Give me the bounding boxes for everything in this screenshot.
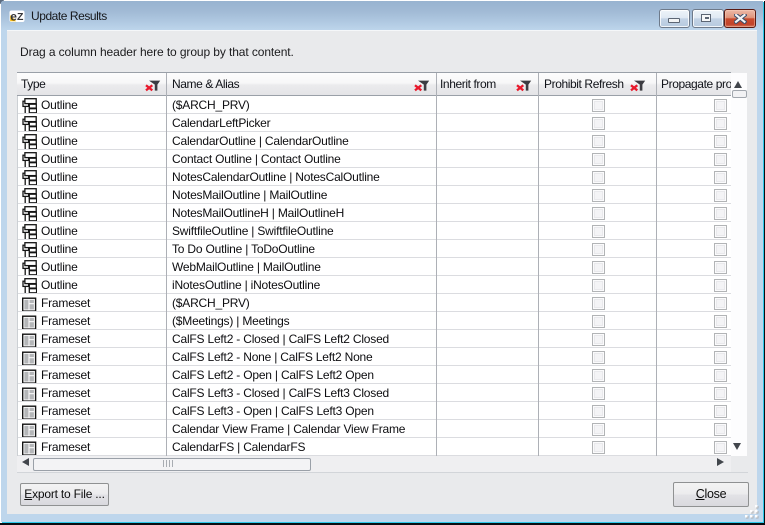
svg-text:Z: Z [17, 11, 24, 23]
